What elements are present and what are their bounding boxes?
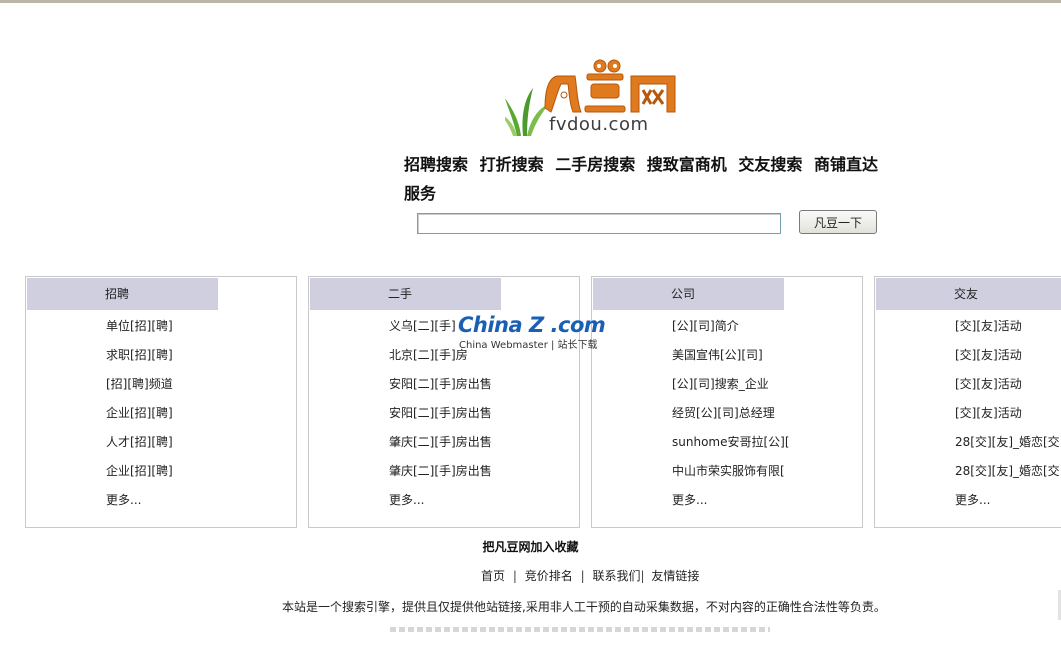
list-item[interactable]: 肇庆[二][手]房出售: [389, 462, 492, 491]
list-item[interactable]: 肇庆[二][手]房出售: [389, 433, 492, 462]
watermark-subtitle: China Webmaster | 站长下载: [459, 340, 598, 351]
list-item[interactable]: 经贸[公][司]总经理: [672, 404, 790, 433]
list-item[interactable]: 安阳[二][手]房出售: [389, 404, 492, 433]
list-item[interactable]: sunhome安哥拉[公][: [672, 433, 790, 462]
more-link[interactable]: 更多...: [106, 491, 173, 520]
panel-company: 公司 [公][司]简介 美国宣伟[公][司] [公][司]搜索_企业 经贸[公]…: [591, 276, 863, 528]
list-item[interactable]: 28[交][友]_婚恋[交: [955, 462, 1060, 491]
disclaimer-text: 本站是一个搜索引擎，提供且仅提供他站链接,采用非人工干预的自动采集数据，不对内容…: [282, 600, 886, 614]
add-bookmark-link[interactable]: 把凡豆网加入收藏: [0, 538, 1061, 555]
list-item[interactable]: [交][友]活动: [955, 375, 1060, 404]
panel-list: 单位[招][聘] 求职[招][聘] [招][聘]频道 企业[招][聘] 人才[招…: [106, 317, 173, 520]
panel-list: [交][友]活动 [交][友]活动 [交][友]活动 [交][友]活动 28[交…: [955, 317, 1060, 520]
list-item[interactable]: [交][友]活动: [955, 346, 1060, 375]
list-item[interactable]: 单位[招][聘]: [106, 317, 173, 346]
more-link[interactable]: 更多...: [389, 491, 492, 520]
logo-domain: fvdou.com: [549, 114, 649, 135]
footer-link-friends[interactable]: 友情链接: [651, 569, 699, 583]
list-item[interactable]: 人才[招][聘]: [106, 433, 173, 462]
list-item[interactable]: 安阳[二][手]房出售: [389, 375, 492, 404]
window-top-border: [0, 0, 1061, 3]
panel-header[interactable]: 公司: [593, 278, 784, 310]
search-category-links: 招聘搜索 打折搜索 二手房搜索 搜致富商机 交友搜索 商铺直达服务: [404, 150, 889, 208]
list-item[interactable]: [公][司]搜索_企业: [672, 375, 790, 404]
separator: |: [580, 569, 585, 583]
panel-list: [公][司]简介 美国宣伟[公][司] [公][司]搜索_企业 经贸[公][司]…: [672, 317, 790, 520]
list-item[interactable]: 28[交][友]_婚恋[交: [955, 433, 1060, 462]
search-link-second-hand-house[interactable]: 二手房搜索: [555, 155, 635, 174]
panel-title: 交友: [954, 287, 979, 301]
cut-off-text-line: [390, 627, 770, 632]
list-item[interactable]: [交][友]活动: [955, 404, 1060, 433]
separator: |: [640, 569, 645, 583]
list-item[interactable]: 企业[招][聘]: [106, 462, 173, 491]
panel-title: 公司: [671, 287, 696, 301]
site-logo[interactable]: fvdou.com: [505, 58, 685, 142]
search-button[interactable]: 凡豆一下: [799, 210, 877, 234]
list-item[interactable]: 美国宣伟[公][司]: [672, 346, 790, 375]
more-link[interactable]: 更多...: [955, 491, 1060, 520]
panel-jobs: 招聘 单位[招][聘] 求职[招][聘] [招][聘]频道 企业[招][聘] 人…: [25, 276, 297, 528]
panel-header[interactable]: 交友: [876, 278, 1061, 310]
more-link[interactable]: 更多...: [672, 491, 790, 520]
search-link-business[interactable]: 搜致富商机: [647, 155, 727, 174]
footer-nav: 首页 | 竞价排名 | 联系我们| 友情链接: [481, 567, 699, 584]
chinaz-watermark: China Z .com China Webmaster | 站长下载: [458, 313, 608, 353]
panel-title: 二手: [388, 287, 413, 301]
footer-link-contact[interactable]: 联系我们: [592, 569, 640, 583]
search-input[interactable]: [417, 213, 781, 234]
panel-dating: 交友 [交][友]活动 [交][友]活动 [交][友]活动 [交][友]活动 2…: [874, 276, 1061, 528]
footer-link-home[interactable]: 首页: [481, 569, 505, 583]
panel-title: 招聘: [105, 287, 130, 301]
search-link-discount[interactable]: 打折搜索: [480, 155, 544, 174]
separator: |: [512, 569, 517, 583]
search-link-jobs[interactable]: 招聘搜索: [404, 155, 468, 174]
footer-link-bidding[interactable]: 竞价排名: [525, 569, 573, 583]
watermark-logo-text: China Z .com: [458, 313, 606, 337]
list-item[interactable]: [招][聘]频道: [106, 375, 173, 404]
list-item[interactable]: 企业[招][聘]: [106, 404, 173, 433]
search-link-shop[interactable]: 商铺直达服务: [404, 155, 878, 203]
list-item[interactable]: 求职[招][聘]: [106, 346, 173, 375]
panel-header[interactable]: 招聘: [27, 278, 218, 310]
panel-header[interactable]: 二手: [310, 278, 501, 310]
search-link-dating[interactable]: 交友搜索: [738, 155, 802, 174]
list-item[interactable]: [公][司]简介: [672, 317, 790, 346]
list-item[interactable]: [交][友]活动: [955, 317, 1060, 346]
list-item[interactable]: 中山市荣实服饰有限[: [672, 462, 790, 491]
